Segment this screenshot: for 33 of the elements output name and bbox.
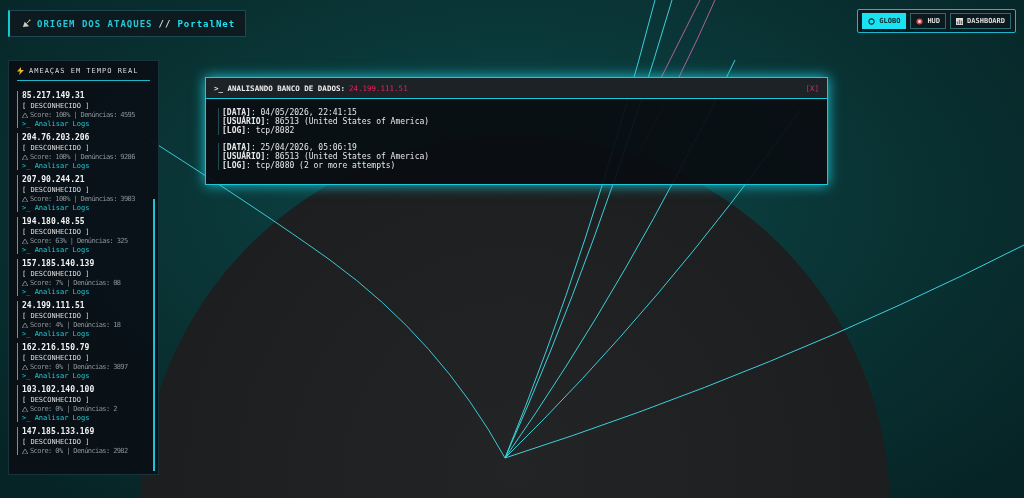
log-line: [DATA]: 04/05/2026, 22:41:15 <box>222 108 357 117</box>
title-separator: // <box>158 18 172 29</box>
warning-icon <box>22 406 28 412</box>
ip-address: 103.102.140.100 <box>22 385 96 395</box>
warning-icon <box>22 238 28 244</box>
warning-icon <box>22 364 28 370</box>
log-line: [USUÁRIO]: 86513 (United States of America) <box>222 117 431 126</box>
warning-icon <box>22 196 28 202</box>
log-line: [DATA]: 25/04/2026, 05:06:19 <box>222 143 357 152</box>
warning-icon <box>22 112 28 118</box>
ip-address: 162.216.150.79 <box>22 343 91 353</box>
ip-address: 85.217.149.31 <box>22 91 86 101</box>
warning-icon <box>22 154 28 160</box>
ip-address: 207.90.244.21 <box>22 175 86 185</box>
scrollbar[interactable] <box>153 199 155 471</box>
ip-address: 24.199.111.51 <box>22 301 86 311</box>
page-title: ORIGEM DOS ATAQUES <box>37 18 153 29</box>
target-icon <box>916 17 924 25</box>
circle-icon <box>868 17 876 25</box>
ip-address: 147.185.133.169 <box>22 427 96 437</box>
satellite-dish-icon <box>22 19 31 28</box>
ip-address: 204.76.203.206 <box>22 133 91 143</box>
warning-icon <box>22 280 28 286</box>
log-line: [LOG]: tcp/8080 (2 or more attempts) <box>222 161 397 170</box>
warning-icon <box>22 448 28 454</box>
brand-name: PortalNet <box>177 18 236 29</box>
ip-address: 157.185.140.139 <box>22 259 96 269</box>
log-line: [USUÁRIO]: 86513 (United States of America) <box>222 152 431 161</box>
ip-address: 194.180.48.55 <box>22 217 86 227</box>
log-line: [LOG]: tcp/8082 <box>222 126 296 135</box>
bar-chart-icon <box>956 17 964 25</box>
lightning-icon <box>17 67 24 75</box>
warning-icon <box>22 322 28 328</box>
